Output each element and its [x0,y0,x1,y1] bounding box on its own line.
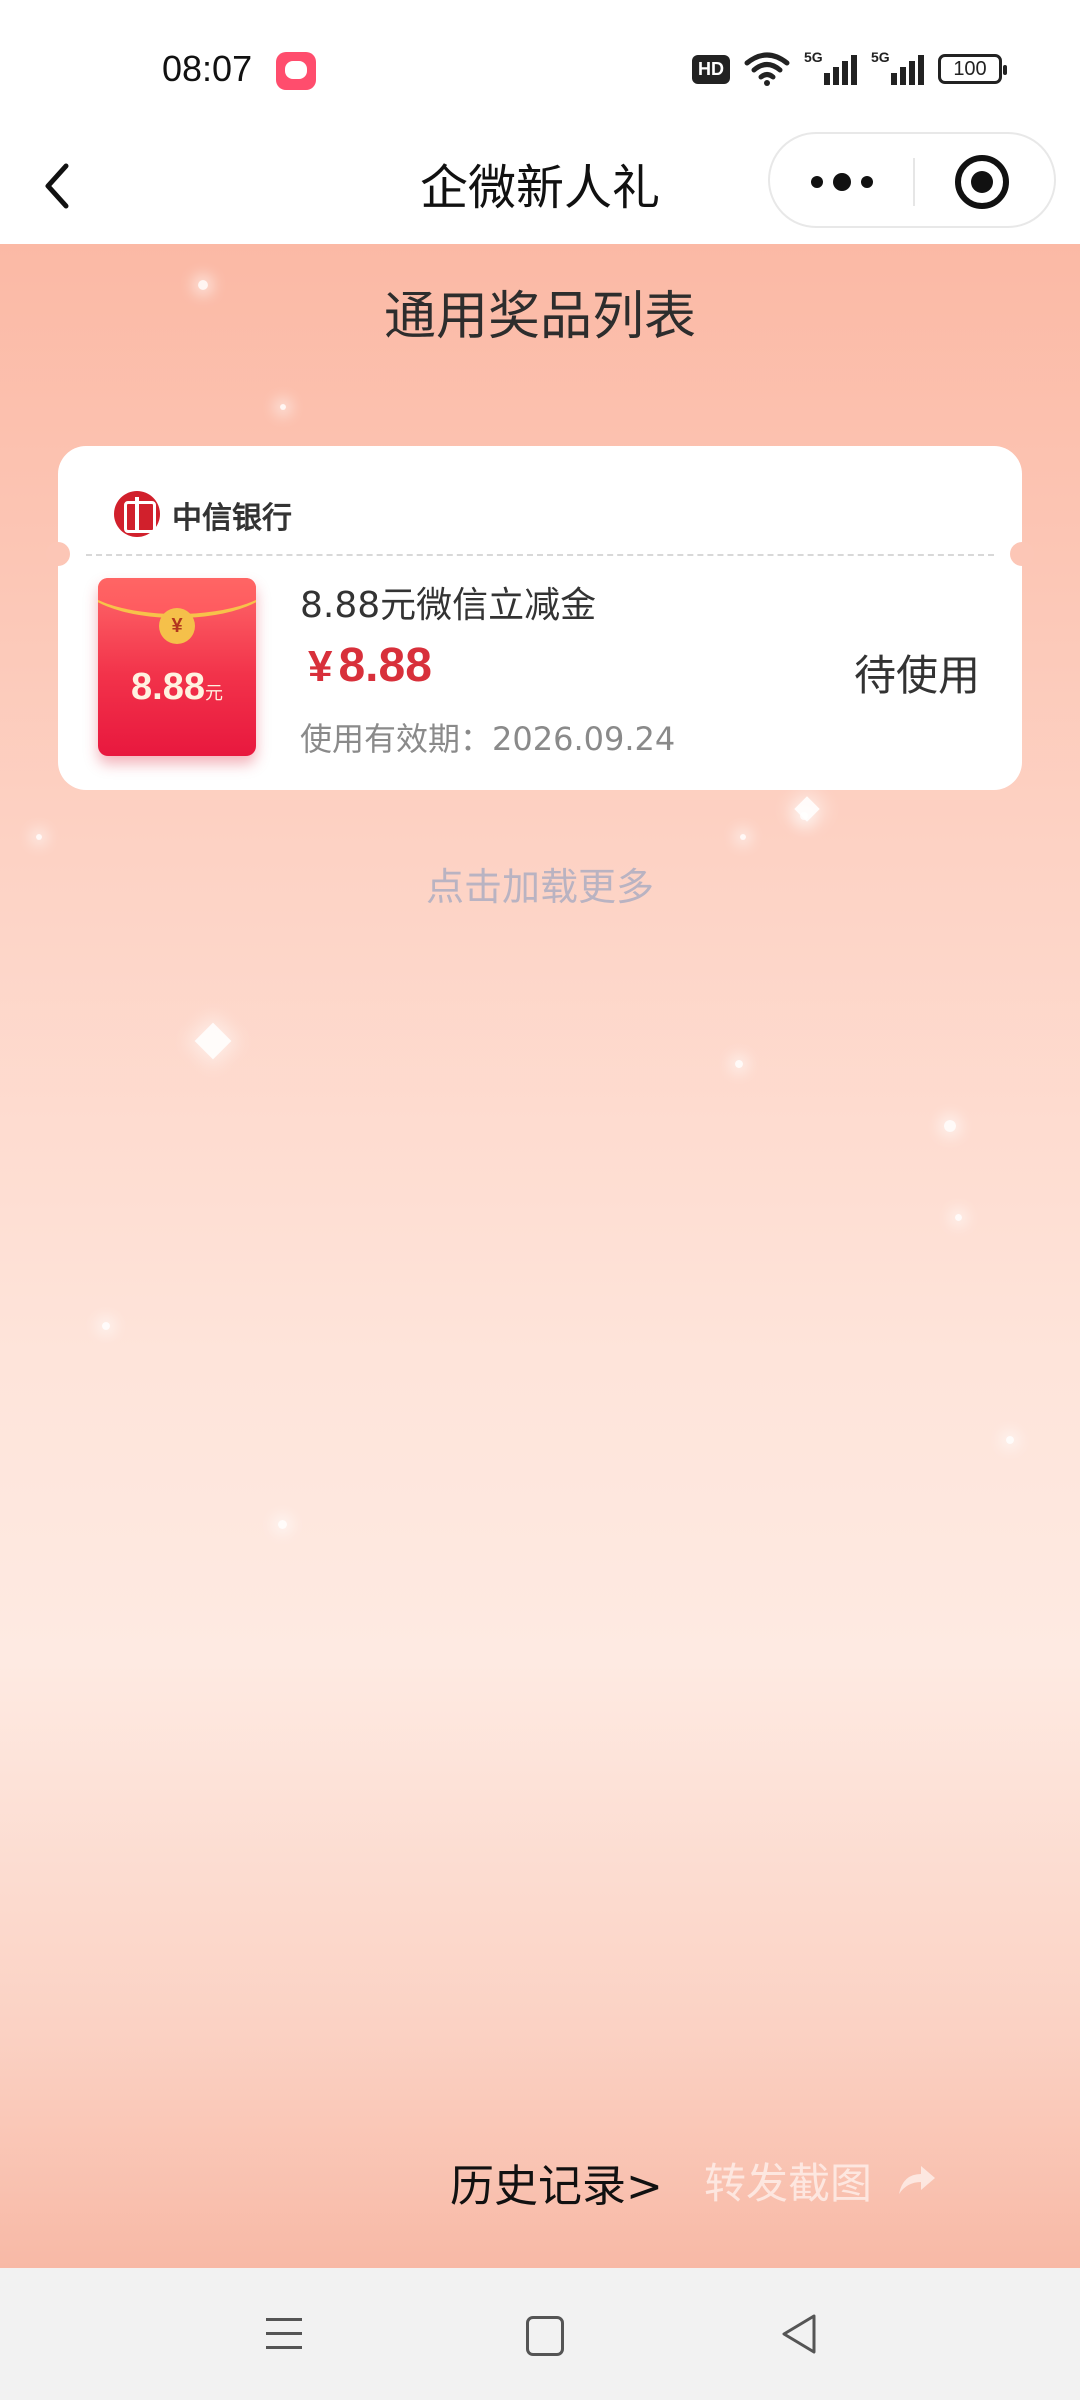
status-time: 08:07 [162,48,253,89]
sparkle-decoration [194,1022,232,1060]
signal-strength-icon-2: 5G [871,49,924,85]
system-nav-bar [0,2268,1080,2400]
recent-apps-button[interactable] [254,2304,314,2364]
app-notification-icon [276,52,316,90]
coupon-status-button[interactable]: 待使用 [854,642,980,703]
share-arrow-icon [899,2166,936,2194]
load-more-link[interactable]: 点击加载更多 [0,856,1080,911]
nav-bar: 企微新人礼 [0,120,1080,244]
share-screenshot-link[interactable]: 转发截图 [704,2150,939,2211]
signal-strength-icon: 5G [804,49,857,85]
coupon-title: 8.88元微信立减金 [300,585,597,626]
sparkle-decoration [955,1214,962,1221]
main-content[interactable]: 通用奖品列表 中信银行 ¥ 8.88元 8.88元微信立减金 ¥8.88 使用有… [0,244,1080,2268]
coupon-price: ¥8.88 [308,639,432,692]
bank-name: 中信银行 [172,501,292,536]
sparkle-decoration [36,834,42,840]
citic-bank-logo-icon [114,491,160,537]
system-back-button[interactable] [770,2304,830,2364]
envelope-amount: 8.88元 [131,666,223,708]
sparkle-decoration [102,1322,110,1330]
wifi-icon [744,52,790,86]
sparkle-decoration [1006,1436,1014,1444]
sparkle-decoration [740,834,746,840]
sparkle-decoration [278,1520,287,1529]
more-button[interactable] [770,134,913,230]
more-dots-icon [810,176,823,188]
history-link[interactable]: 历史记录> [450,2150,663,2214]
sparkle-decoration [280,404,286,410]
sparkle-decoration [735,1060,743,1068]
battery-icon: 100 [938,54,1007,84]
status-indicators: HD 5G 5G 100 [692,49,1007,86]
coupon-card[interactable]: 中信银行 ¥ 8.88元 8.88元微信立减金 ¥8.88 使用有效期：2026… [46,446,1034,790]
prize-list-heading: 通用奖品列表 [383,287,696,347]
close-button[interactable] [911,134,1054,230]
mini-program-capsule [768,132,1056,228]
card-divider [86,554,994,556]
status-bar: 08:07 HD 5G 5G 100 [0,0,1080,140]
menu-icon [266,2318,302,2321]
home-button[interactable] [512,2304,572,2364]
sparkle-decoration [944,1120,956,1132]
sparkle-decoration [794,796,820,822]
triangle-back-icon [782,2314,816,2354]
yuan-seal-icon: ¥ [159,608,195,644]
coupon-expiry: 使用有效期：2026.09.24 [300,720,676,758]
red-envelope-image: ¥ 8.88元 [98,578,256,756]
hd-voice-icon: HD [692,54,730,84]
